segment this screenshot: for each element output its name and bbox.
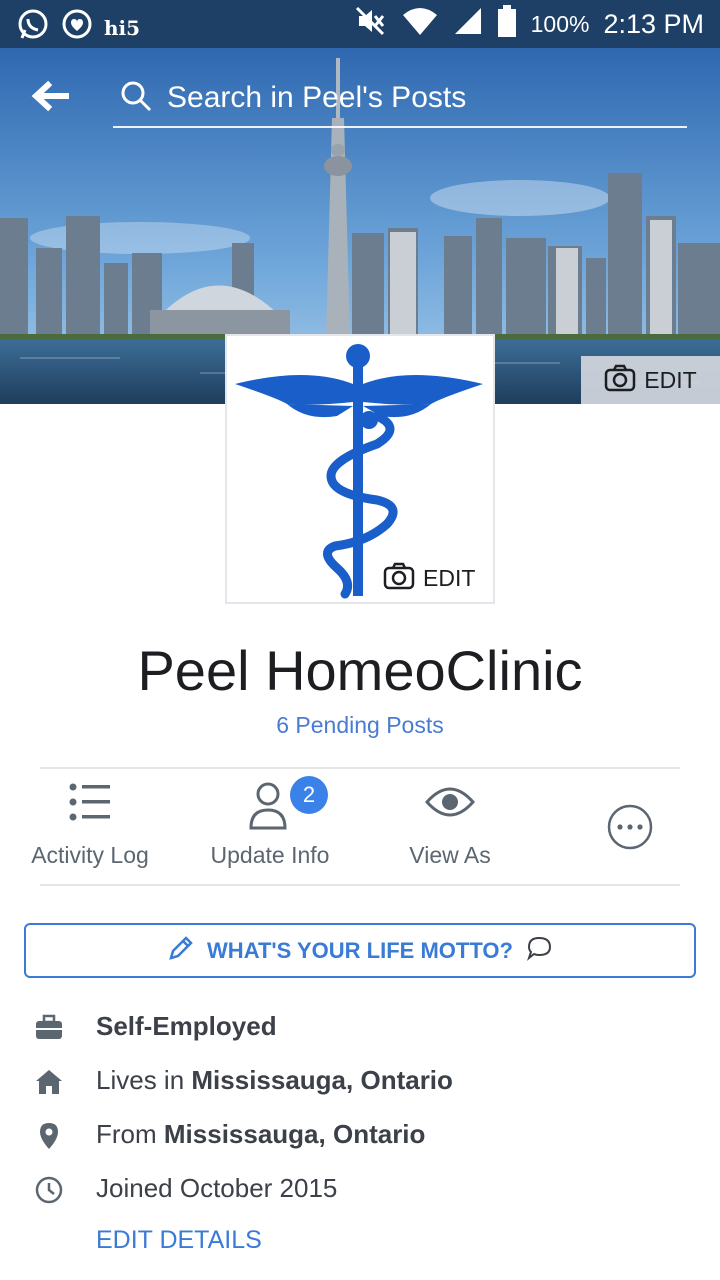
work-text: Self-Employed [96,1011,277,1041]
detail-work: Self-Employed [0,1001,720,1055]
home-icon [34,1067,64,1097]
view-as-button[interactable]: View As [360,770,540,884]
from-text: From Mississauga, Ontario [96,1119,426,1149]
update-info-label: Update Info [210,842,330,868]
update-info-button[interactable]: 2 Update Info [180,770,360,884]
signal-icon [453,6,483,43]
detail-from: From Mississauga, Ontario [0,1109,720,1163]
camera-icon [604,364,636,397]
profile-actions: Activity Log 2 Update Info View As [0,770,720,884]
activity-log-label: Activity Log [31,842,149,868]
whatsapp-icon [16,8,50,47]
back-button[interactable] [30,76,80,116]
camera-icon [383,562,415,595]
list-icon [68,780,112,830]
profile-picture[interactable]: EDIT [225,334,495,604]
eye-icon [424,780,476,830]
cover-edit-button[interactable]: EDIT [581,356,720,404]
status-bar: hi5 100% 2:13 PM [0,0,720,48]
activity-log-button[interactable]: Activity Log [0,770,180,884]
search-header: Search in Peel's Posts [0,48,720,144]
profile-name: Peel HomeoClinic [137,639,583,702]
lives-text: Lives in Mississauga, Ontario [96,1065,453,1095]
notification-badge: 2 [290,776,328,814]
detail-joined: Joined October 2015 [0,1163,720,1217]
divider [40,767,680,769]
search-icon [119,79,153,118]
more-options-button[interactable] [540,770,720,884]
messenger-icon [60,8,94,47]
wifi-icon [401,5,439,44]
detail-lives: Lives in Mississauga, Ontario [0,1055,720,1109]
pending-posts-link[interactable]: 6 Pending Posts [0,712,720,739]
speech-bubble-icon [525,935,553,966]
avatar-edit-label: EDIT [423,564,476,591]
battery-percent: 100% [530,10,590,37]
edit-details-link[interactable]: EDIT DETAILS [96,1226,262,1255]
life-motto-button[interactable]: WHAT'S YOUR LIFE MOTTO? [24,923,696,978]
mute-icon [353,4,387,45]
life-motto-label: WHAT'S YOUR LIFE MOTTO? [207,937,513,963]
clock-icon [34,1175,64,1205]
joined-text: Joined October 2015 [96,1173,338,1203]
avatar-edit-button[interactable]: EDIT [377,558,491,598]
pencil-icon [167,934,195,967]
briefcase-icon [34,1013,64,1043]
search-placeholder: Search in Peel's Posts [167,81,467,114]
view-as-label: View As [409,842,491,868]
search-input[interactable]: Search in Peel's Posts [113,70,687,128]
divider [40,884,680,886]
clock-time: 2:13 PM [603,8,704,39]
location-pin-icon [34,1121,64,1151]
cover-edit-label: EDIT [644,366,697,393]
battery-icon [497,4,517,44]
more-icon [607,804,653,856]
person-icon [248,780,292,836]
back-arrow-icon [30,80,70,120]
hi5-icon: hi5 [104,15,141,40]
